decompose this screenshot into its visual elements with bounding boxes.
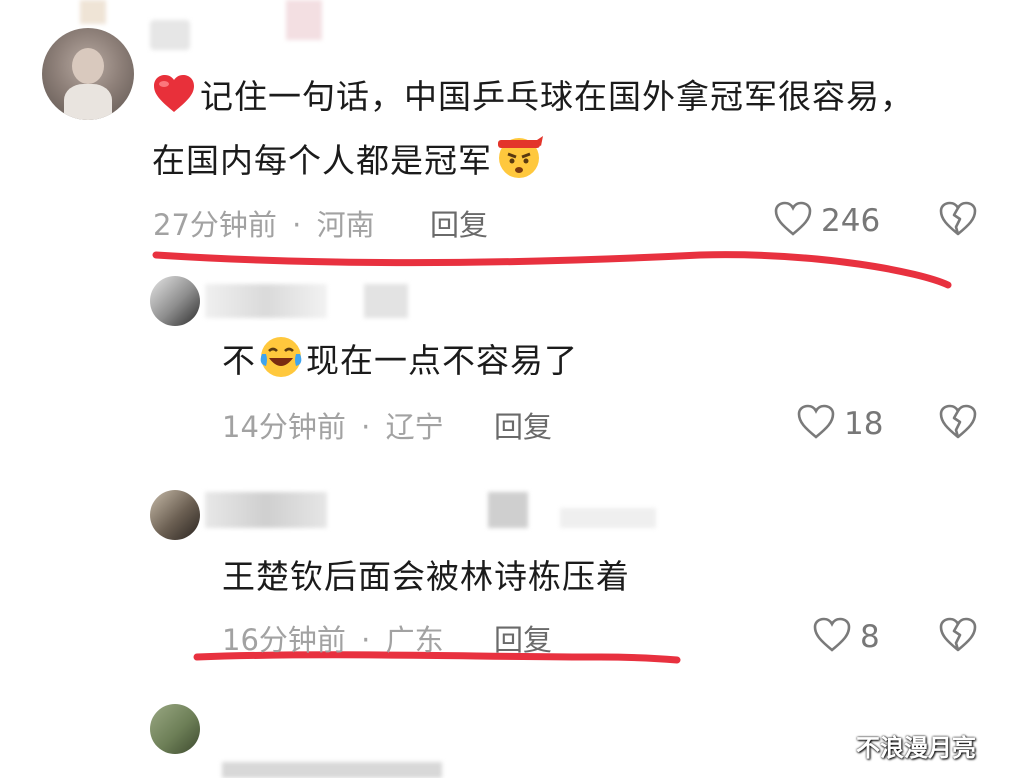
dislike-button[interactable] [938,616,978,658]
reply-button[interactable]: 回复 [494,404,552,446]
blurred-username [488,492,528,528]
like-count: 18 [844,406,884,442]
like-button[interactable]: 18 [796,403,883,445]
blurred-username [560,508,656,528]
meta-separator: · [361,623,371,657]
like-button[interactable]: 8 [812,616,880,658]
blurred-text-fragment [222,762,442,778]
avatar[interactable] [150,704,200,754]
avatar[interactable] [150,276,200,326]
comment-time: 14分钟前 [222,410,346,444]
broken-heart-icon [938,617,978,658]
comment-location: 广东 [385,623,444,657]
heart-outline-icon [796,403,836,445]
comment-location: 辽宁 [385,410,444,444]
blurred-username [205,284,327,318]
laughing-crying-emoji-icon [258,334,304,398]
comment-text: 王楚钦后面会被林诗栋压着 [222,557,630,596]
comment-text: 不 现在一点不容易了 [222,332,578,398]
like-count: 8 [860,619,880,655]
blurred-username [364,284,408,318]
comment-meta: 14分钟前 · 辽宁 [222,404,444,446]
comment-time: 16分钟前 [222,623,346,657]
comment-meta: 16分钟前 · 广东 [222,617,444,659]
blurred-username [205,492,327,528]
heart-outline-icon [812,616,852,658]
reply-button[interactable]: 回复 [494,617,552,659]
avatar[interactable] [150,490,200,540]
broken-heart-icon [938,404,978,445]
dislike-button[interactable] [938,403,978,445]
watermark: 不浪漫月亮 [856,734,976,762]
meta-separator: · [361,410,371,444]
